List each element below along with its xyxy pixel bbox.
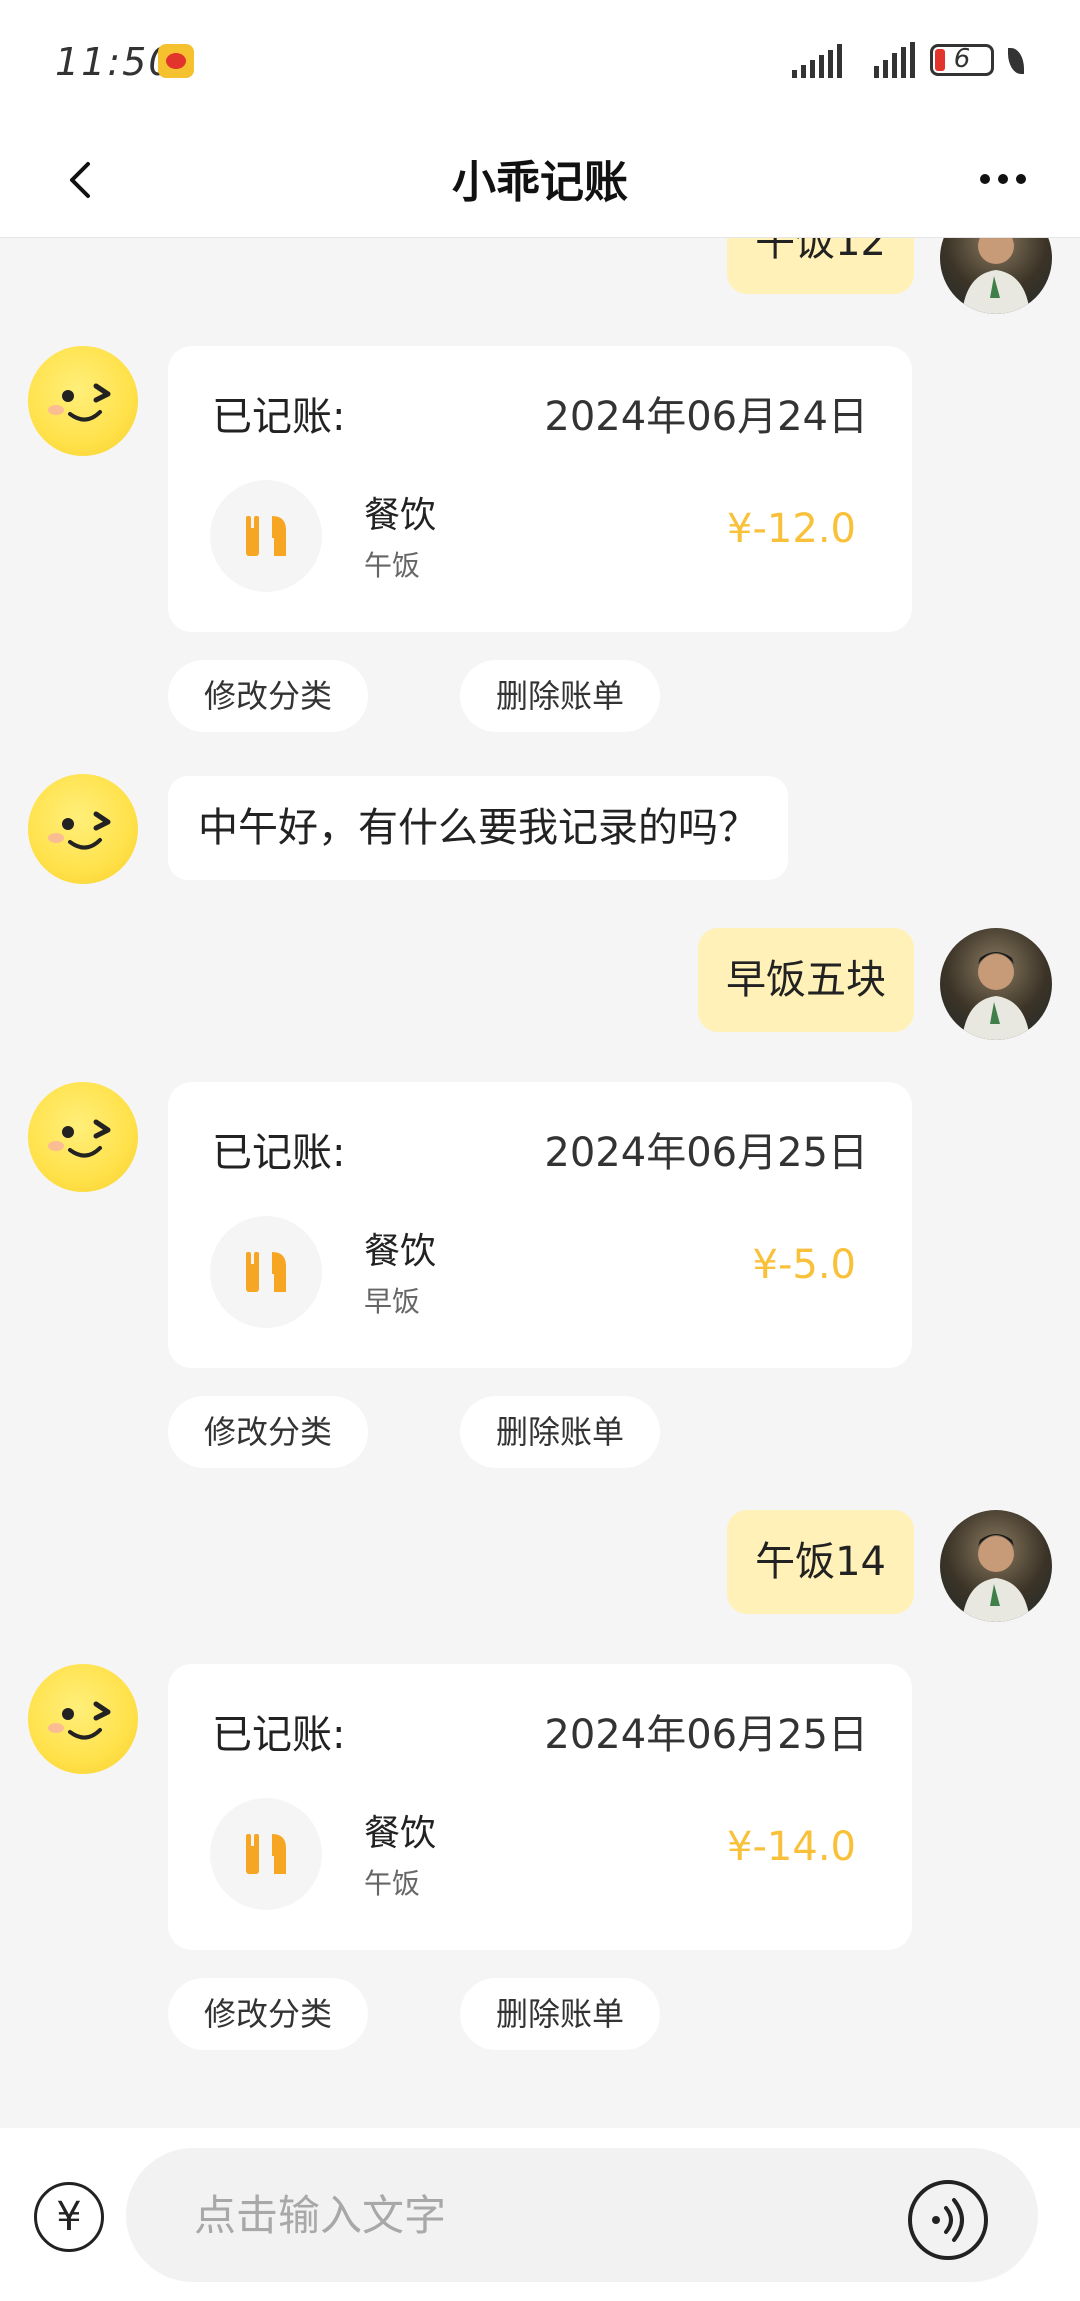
category-note: 午饭 [364,1867,421,1900]
edit-category-button[interactable]: 修改分类 [168,1396,369,1468]
status-time: 11:50 [55,40,175,84]
cutlery-icon [246,1252,286,1292]
cutlery-icon [246,1834,286,1874]
card-date: 2024年06月25日 [544,1712,868,1758]
user-message: 午饭12 [727,238,914,294]
input-bar: ¥ [0,2128,1080,2301]
bot-message: 中午好，有什么要我记录的吗？ [168,776,788,880]
card-date: 2024年06月24日 [544,394,868,440]
user-avatar[interactable] [940,238,1052,314]
user-avatar[interactable] [940,1510,1052,1622]
category-note: 午饭 [364,549,421,582]
bill-amount: ¥-12.0 [727,506,856,552]
status-bar: 11:50 6 [0,0,1080,120]
card-label: 已记账: [212,1130,346,1176]
user-message: 早饭五块 [698,928,914,1032]
bot-avatar [28,774,138,884]
bill-amount: ¥-5.0 [752,1242,857,1288]
bot-avatar [28,1082,138,1192]
battery-icon: 6 [930,44,994,76]
category-name: 餐饮 [364,495,437,536]
header: 小乖记账 [0,120,1080,238]
category-note: 早饭 [364,1285,421,1318]
more-icon[interactable] [978,170,1028,190]
edit-category-button[interactable]: 修改分类 [168,1978,369,2050]
message-input[interactable] [126,2148,1038,2282]
category-name: 餐饮 [364,1231,437,1272]
category-icon-circle [210,1216,322,1328]
category-icon-circle [210,1798,322,1910]
card-label: 已记账: [212,1712,346,1758]
category-name: 餐饮 [364,1813,437,1854]
page-title: 小乖记账 [452,157,628,208]
bot-avatar [28,1664,138,1774]
signal-icon-2 [874,42,918,78]
voice-icon[interactable] [908,2180,988,2260]
delete-bill-button[interactable]: 删除账单 [460,660,661,732]
bill-card[interactable]: 已记账: 2024年06月25日 餐饮 午饭 ¥-14.0 [168,1664,912,1950]
bill-card[interactable]: 已记账: 2024年06月24日 餐饮 午饭 ¥-12.0 [168,346,912,632]
chat-area[interactable]: 午饭12 已记账: 2024年06月24日 餐饮 午饭 ¥-12.0 修改分类 … [0,238,1080,2128]
cutlery-icon [246,516,286,556]
battery-level: 6 [953,44,971,74]
bill-amount: ¥-14.0 [727,1824,856,1870]
user-avatar[interactable] [940,928,1052,1040]
user-message: 午饭14 [727,1510,914,1614]
leaf-icon [1008,48,1024,74]
delete-bill-button[interactable]: 删除账单 [460,1978,661,2050]
delete-bill-button[interactable]: 删除账单 [460,1396,661,1468]
card-label: 已记账: [212,394,346,440]
signal-icon [792,42,852,78]
bill-card[interactable]: 已记账: 2024年06月25日 餐饮 早饭 ¥-5.0 [168,1082,912,1368]
bot-avatar [28,346,138,456]
yen-icon[interactable]: ¥ [34,2182,104,2252]
card-date: 2024年06月25日 [544,1130,868,1176]
weibo-icon [158,44,194,78]
edit-category-button[interactable]: 修改分类 [168,660,369,732]
category-icon-circle [210,480,322,592]
